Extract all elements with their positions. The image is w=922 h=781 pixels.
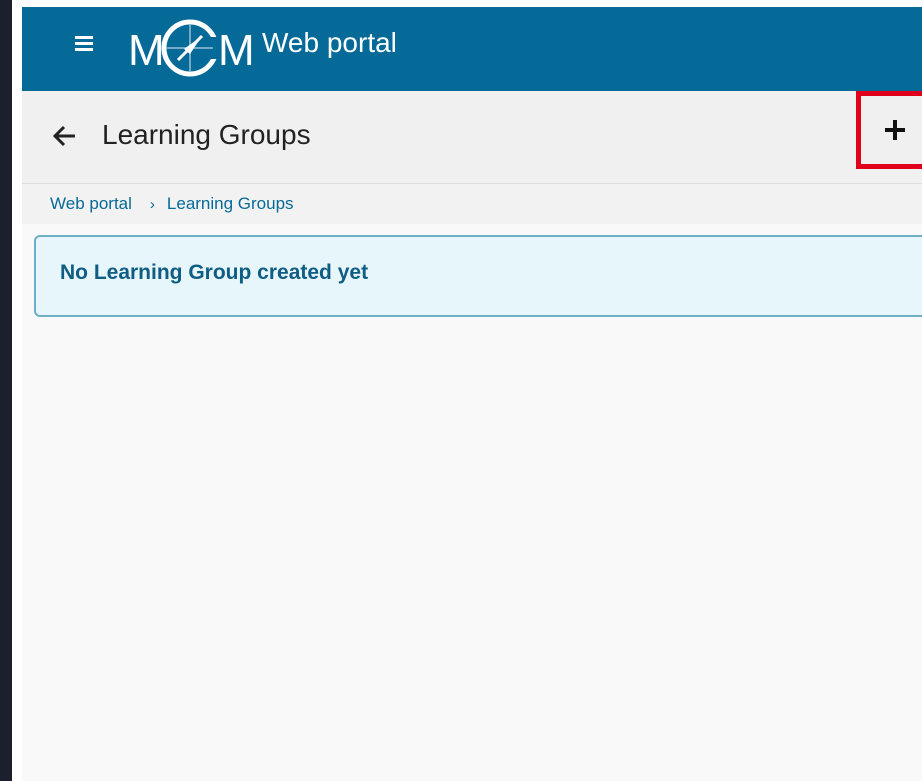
breadcrumb: Web portal › Learning Groups — [50, 194, 294, 214]
plus-icon — [885, 120, 905, 140]
add-learning-group-button[interactable] — [856, 91, 922, 169]
web-portal-app: M M Web portal Learning Groups Web porta… — [22, 7, 922, 781]
portal-title: Web portal — [262, 27, 397, 58]
breadcrumb-link-learning-groups[interactable]: Learning Groups — [167, 194, 294, 214]
hamburger-menu-icon[interactable] — [72, 31, 98, 57]
mcm-logo: M M — [128, 15, 256, 81]
svg-text:M: M — [128, 26, 165, 75]
arrow-left-icon[interactable] — [50, 121, 80, 151]
empty-state-alert: No Learning Group created yet — [34, 235, 922, 317]
screen-top-edge — [0, 0, 922, 7]
screen-left-gap — [12, 0, 22, 781]
empty-state-message: No Learning Group created yet — [60, 261, 369, 284]
main-content: No Learning Group created yet — [22, 224, 922, 781]
breadcrumb-link-web-portal[interactable]: Web portal — [50, 194, 132, 214]
breadcrumb-bar: Web portal › Learning Groups — [22, 184, 922, 224]
chevron-right-icon: › — [149, 195, 155, 213]
top-app-bar: M M Web portal — [22, 7, 922, 91]
svg-text:M: M — [218, 26, 255, 75]
screen-left-bezel — [0, 0, 12, 781]
page-header: Learning Groups — [22, 91, 922, 184]
page-title: Learning Groups — [102, 119, 311, 150]
